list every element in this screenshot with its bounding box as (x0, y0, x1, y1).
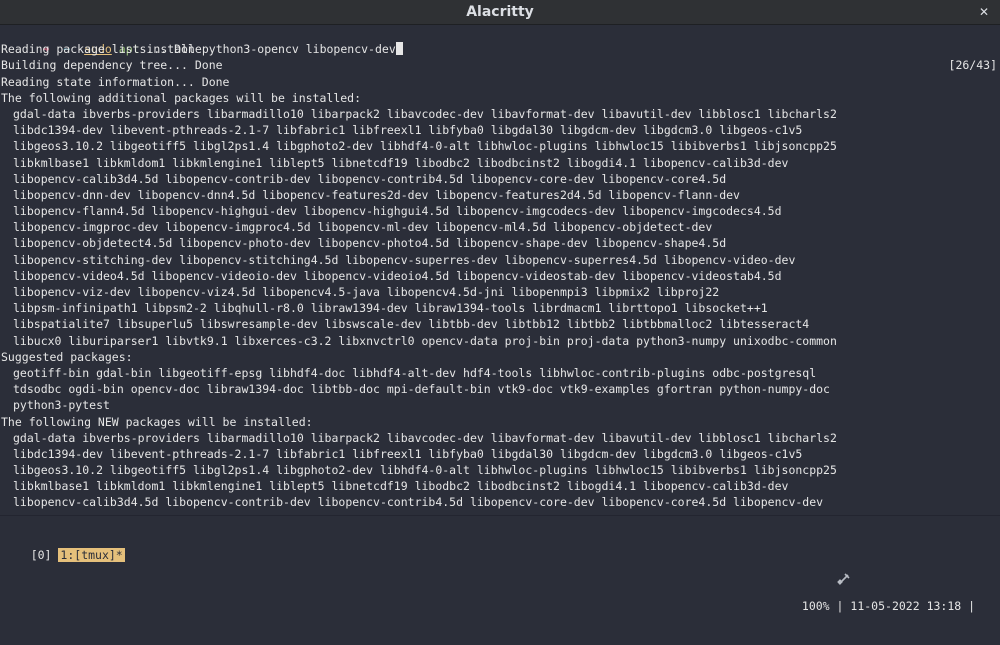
scroll-counter: [26/43] (948, 58, 997, 73)
package-line: libopencv-video4.5d libopencv-videoio-de… (13, 268, 782, 283)
battery-level: 100% (801, 599, 830, 613)
package-line: gdal-data ibverbs-providers libarmadillo… (13, 106, 837, 121)
package-line: libopencv-dnn-dev libopencv-dnn4.5d libo… (13, 187, 740, 202)
package-line: libkmlbase1 libkmldom1 libkmlengine1 lib… (13, 479, 789, 494)
tmux-session[interactable]: [0] (28, 548, 52, 562)
package-line: gdal-data ibverbs-providers libarmadillo… (13, 430, 837, 445)
package-line: libopencv-flann4.5d libopencv-highgui-de… (13, 204, 782, 219)
battery-icon (782, 542, 850, 585)
package-line: libpsm-infinipath1 libpsm2-2 libqhull-r8… (13, 301, 768, 316)
package-line: libucx0 liburiparser1 libvtk9.1 libxerce… (13, 333, 837, 348)
text-cursor (395, 42, 403, 56)
status-separator: | (836, 599, 844, 613)
package-line: libdc1394-dev libevent-pthreads-2.1-7 li… (13, 123, 803, 138)
package-line: libopencv-calib3d4.5d libopencv-contrib-… (13, 171, 727, 186)
package-line: libspatialite7 libsuperlu5 libswresample… (13, 317, 810, 332)
package-line: libgeos3.10.2 libgeotiff5 libgl2ps1.4 li… (13, 463, 837, 478)
close-icon[interactable]: ✕ (976, 4, 992, 20)
new-packages-header: The following NEW packages will be insta… (1, 414, 313, 429)
package-line: libopencv-viz-dev libopencv-viz4.5d libo… (13, 285, 720, 299)
terminal-output[interactable]: ➜ ~ sudo apt install python3-opencv libo… (0, 25, 1000, 516)
window-title: Alacritty (466, 4, 534, 20)
output-line: Building dependency tree... Done (1, 58, 223, 73)
package-line: python3-pytest (13, 398, 110, 413)
terminal-window: Alacritty ✕ ➜ ~ sudo apt install python3… (0, 0, 1000, 613)
package-line: libkmlbase1 libkmldom1 libkmlengine1 lib… (13, 155, 789, 170)
package-line: tdsodbc ogdi-bin opencv-doc libraw1394-d… (13, 382, 830, 397)
package-line: libopencv-objdetect4.5d libopencv-photo-… (13, 236, 727, 251)
datetime: 11-05-2022 13:18 (850, 599, 962, 613)
output-line: Reading state information... Done (1, 74, 230, 89)
package-line: libopencv-imgproc-dev libopencv-imgproc4… (13, 220, 713, 235)
package-line: libopencv-calib3d4.5d libopencv-contrib-… (13, 495, 824, 510)
prompt-line: ➜ ~ sudo apt install python3-opencv libo… (1, 25, 999, 72)
tmux-status-bar: [0] 1:[tmux]* 100% | 11-05-2022 13:18 | (0, 515, 1000, 613)
tmux-window-tab[interactable]: 1:[tmux]* (58, 548, 125, 562)
additional-packages-header: The following additional packages will b… (1, 90, 362, 105)
status-right: 100% | 11-05-2022 13:18 | (740, 516, 994, 645)
smile-icon (982, 542, 994, 554)
package-line: libdc1394-dev libevent-pthreads-2.1-7 li… (13, 446, 803, 461)
status-separator: | (968, 599, 976, 613)
package-line: geotiff-bin gdal-bin libgeotiff-epsg lib… (13, 365, 817, 380)
suggested-packages-header: Suggested packages: (1, 349, 133, 364)
package-line: libgeos3.10.2 libgeotiff5 libgl2ps1.4 li… (13, 139, 837, 154)
package-line: libopencv-stitching-dev libopencv-stitch… (13, 252, 796, 267)
output-line: Reading package lists... Done (1, 42, 202, 57)
window-titlebar[interactable]: Alacritty ✕ (0, 0, 1000, 25)
